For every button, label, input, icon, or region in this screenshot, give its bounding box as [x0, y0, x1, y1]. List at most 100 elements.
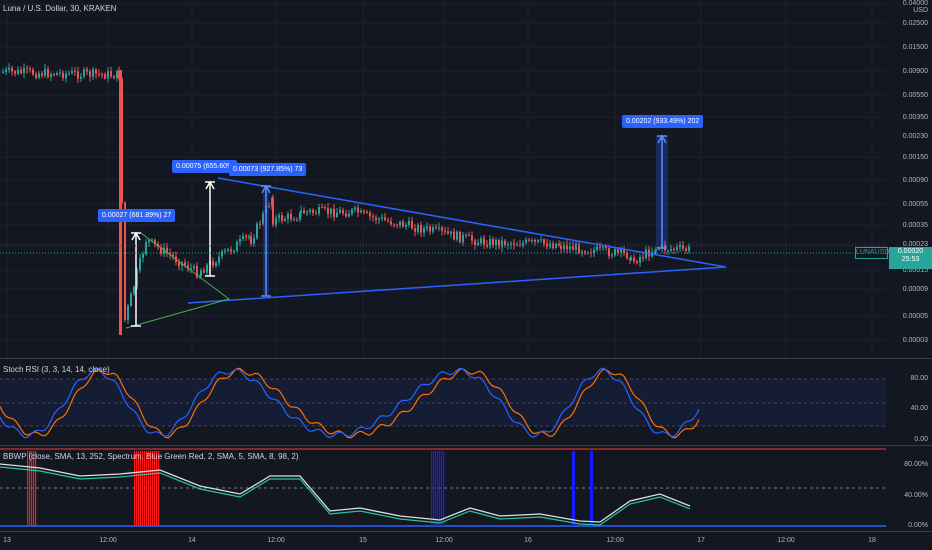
bbwp-extreme-bar	[154, 451, 156, 526]
candle-body	[333, 208, 335, 217]
time-tick: 12:00	[606, 537, 624, 544]
candle-body	[348, 213, 350, 217]
candle-body	[658, 248, 660, 250]
time-tick: 14	[188, 537, 196, 544]
candle-body	[29, 68, 31, 70]
candle-body	[549, 243, 551, 248]
candle-body	[405, 225, 407, 227]
measure-label-4[interactable]: 0.00202 (933.49%) 202	[622, 115, 704, 128]
candle-body	[393, 224, 395, 226]
candle-body	[569, 246, 571, 250]
candle-body	[142, 253, 144, 258]
candle-body	[272, 197, 274, 225]
candle-body	[396, 224, 398, 226]
bbwp-low-bar	[572, 451, 575, 526]
bbwp-extreme-bar	[156, 451, 158, 526]
candle-body	[2, 71, 4, 73]
candle-body	[522, 242, 524, 246]
stoch-rsi-title: Stoch RSI (3, 3, 14, 14, close)	[3, 365, 110, 374]
candle-body	[20, 69, 22, 74]
bbwp-extreme-bar	[140, 451, 142, 526]
candle-body	[636, 261, 638, 263]
candle-body	[633, 257, 635, 262]
candle-body	[676, 247, 678, 250]
candle-body	[321, 207, 323, 209]
candle-body	[375, 217, 377, 221]
candle-body	[688, 246, 690, 251]
bbwp-low-bar	[433, 451, 435, 526]
candle-body	[203, 270, 205, 273]
symbol-price-tag[interactable]: LUNAUSD	[855, 247, 889, 259]
small-triangle-pattern	[125, 232, 231, 329]
candle-body	[86, 69, 88, 72]
bbwp-extreme-bar	[33, 451, 35, 526]
candle-body	[578, 243, 580, 254]
candle-body	[206, 264, 208, 273]
candle-body	[17, 69, 19, 74]
candle-body	[402, 221, 404, 227]
bbwp-axis: 80.00% 40.00% 0.00%	[886, 446, 932, 531]
candle-body	[378, 218, 380, 221]
candle-body	[655, 248, 657, 252]
candle-body	[133, 286, 135, 294]
candle-body	[667, 250, 669, 252]
candle-body	[47, 68, 49, 78]
price-axis[interactable]: 0.04000 USD 0.02500 0.01500 0.00900 0.00…	[886, 0, 932, 358]
candle-body	[104, 74, 106, 79]
axis-tick: 0.00055	[902, 201, 928, 208]
candle-body	[546, 243, 548, 248]
candle-body	[74, 71, 76, 73]
bbwp-pane[interactable]: BBWP (close, SMA, 13, 252, Spectrum, Blu…	[0, 446, 886, 531]
axis-unit: USD	[913, 7, 928, 14]
bbwp-extreme-bar	[158, 451, 160, 526]
candle-body	[130, 293, 132, 306]
measure-label-2[interactable]: 0.00075 (655.60%	[172, 160, 238, 173]
candle-body	[510, 243, 512, 245]
measure-label-1[interactable]: 0.00027 (681.89%) 27	[98, 209, 176, 222]
bbwp-extreme-bar	[142, 451, 144, 526]
bbwp-extreme-bar	[136, 451, 138, 526]
axis-tick: 80.00%	[904, 461, 928, 468]
candle-body	[611, 255, 613, 257]
bbwp-extreme-bar	[138, 451, 140, 526]
axis-tick: 80.00	[910, 375, 928, 382]
candle-body	[275, 217, 277, 225]
candle-body	[23, 68, 25, 74]
candle-body	[345, 213, 347, 217]
time-tick: 12:00	[99, 537, 117, 544]
candle-body	[438, 227, 440, 229]
candle-body	[630, 257, 632, 260]
candle-body	[426, 226, 428, 229]
candle-body	[504, 240, 506, 246]
candle-body	[110, 71, 112, 77]
axis-tick: 0.00%	[908, 522, 928, 529]
candle-body	[462, 235, 464, 243]
bbwp-low-bar	[441, 451, 443, 526]
stoch-rsi-pane[interactable]: Stoch RSI (3, 3, 14, 14, close)	[0, 359, 886, 445]
bbwp-extreme-bar	[35, 451, 37, 526]
candle-body	[411, 220, 413, 229]
candle-body	[71, 71, 73, 74]
candle-body	[113, 76, 115, 79]
candle-body	[363, 210, 365, 213]
time-tick: 15	[359, 537, 367, 544]
candlestick-chart[interactable]	[0, 0, 886, 358]
candle-body	[318, 207, 320, 214]
candle-body	[531, 239, 533, 241]
candle-body	[366, 212, 368, 214]
candle-body	[26, 68, 28, 70]
candle-body	[639, 257, 641, 263]
candle-body	[50, 74, 52, 78]
measure-label-3[interactable]: 0.00073 (927.85%) 73	[229, 163, 307, 176]
bbwp-extreme-bar	[146, 451, 148, 526]
bbwp-low-bar	[431, 451, 433, 526]
candle-body	[330, 208, 332, 214]
candle-body	[390, 221, 392, 225]
bbwp-line	[0, 463, 691, 523]
axis-tick: 0.00009	[902, 286, 928, 293]
price-pane[interactable]: Luna / U.S. Dollar, 30, KRAKEN 0.00027 (…	[0, 0, 886, 358]
candle-body	[432, 227, 434, 232]
axis-tick: 0.00150	[902, 154, 928, 161]
candle-body	[450, 231, 452, 234]
candle-body	[212, 261, 214, 266]
